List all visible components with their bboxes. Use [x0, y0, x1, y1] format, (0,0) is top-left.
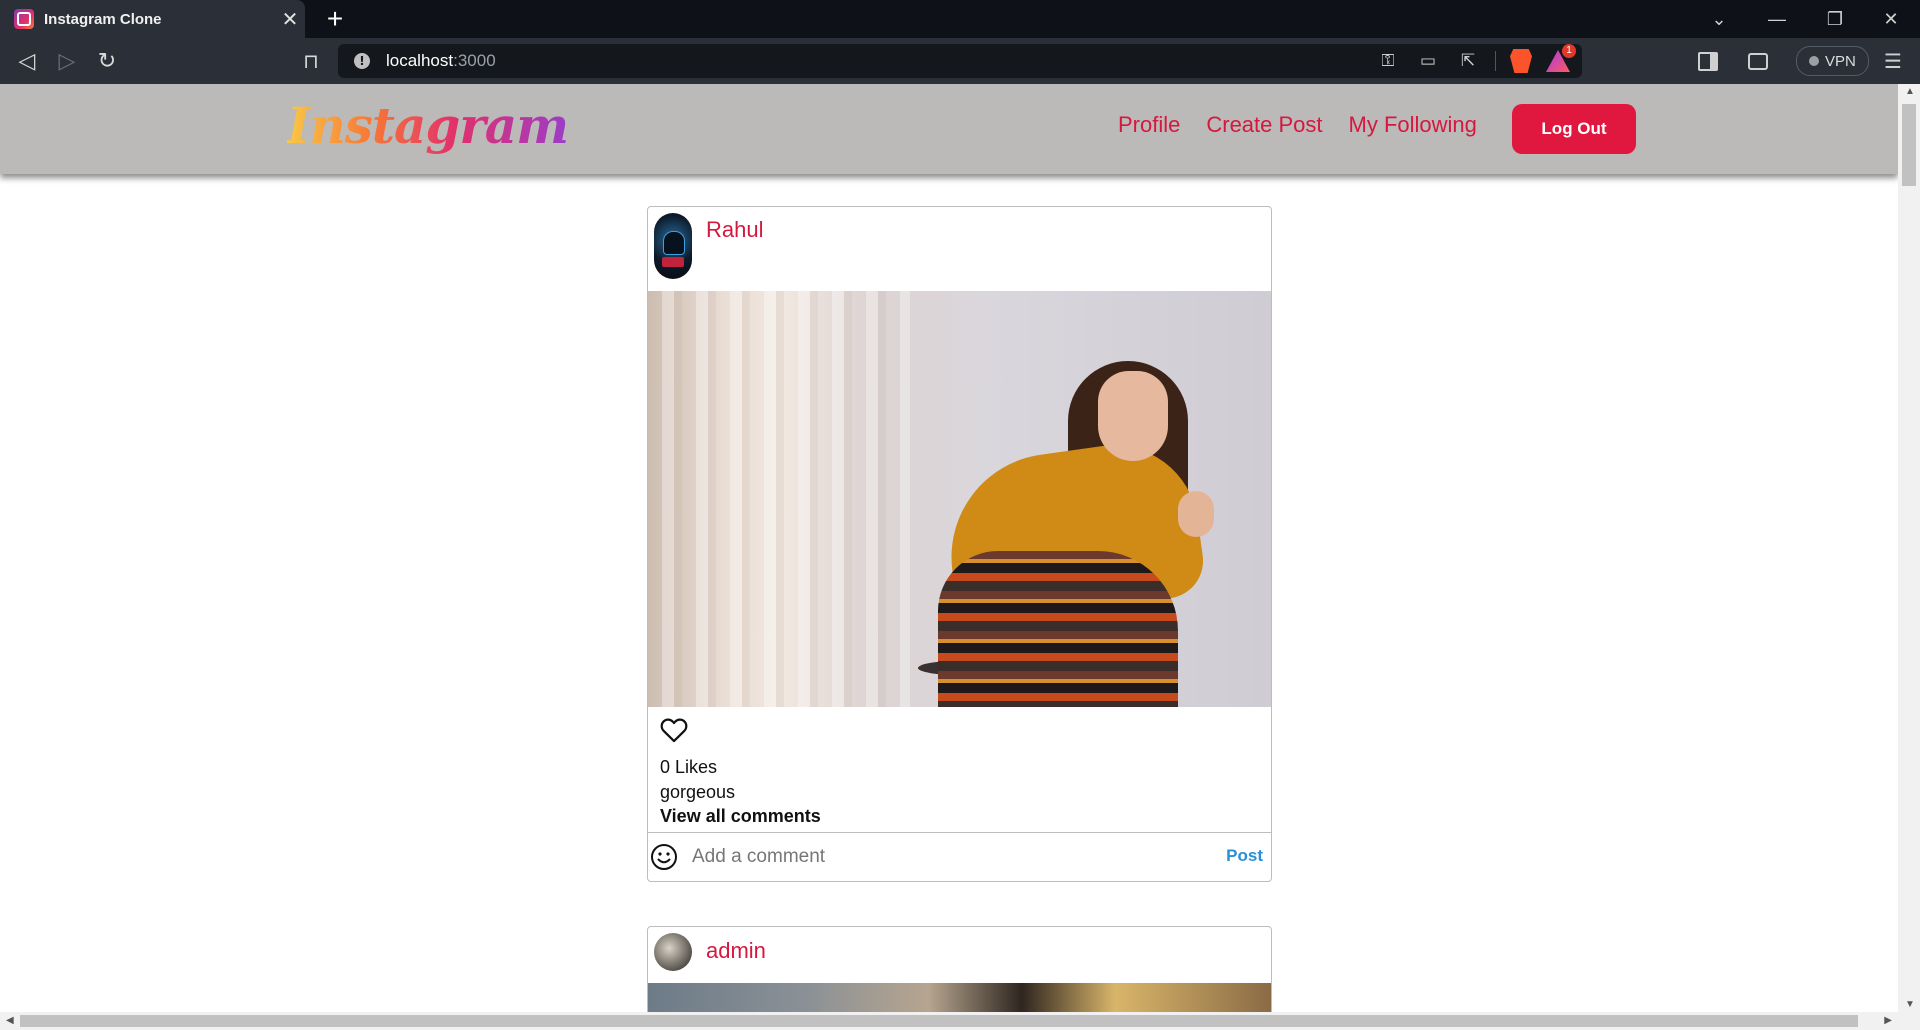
- close-window-icon[interactable]: ✕: [1862, 0, 1920, 38]
- share-icon[interactable]: ⇱: [1455, 51, 1481, 71]
- scroll-right-arrow-icon[interactable]: ▶: [1884, 1015, 1892, 1026]
- post-actions: 0 Likes gorgeous View all comments: [648, 707, 1271, 826]
- post-image: [648, 983, 1271, 1012]
- vpn-status-icon: [1809, 56, 1819, 66]
- vertical-scroll-thumb[interactable]: [1902, 104, 1916, 186]
- post-card: Rahul 0 Likes gorgeous View all comments…: [647, 206, 1272, 882]
- post-caption: gorgeous: [660, 782, 736, 802]
- site-info-icon[interactable]: !: [354, 53, 370, 69]
- horizontal-scrollbar[interactable]: ◀ ▶: [0, 1012, 1898, 1030]
- post-card: admin: [647, 926, 1272, 1012]
- app-navbar: Instagram Profile Create Post My Followi…: [0, 84, 1898, 174]
- browser-tab-bar: Instagram Clone ✕ + ⌄ — ❐ ✕: [0, 0, 1920, 38]
- browser-tab[interactable]: Instagram Clone ✕: [0, 0, 305, 38]
- browser-toolbar: ◁ ▷ ↻ ⊓ ! localhost:3000 ⚿ ▭ ⇱ 1 VPN ☰: [0, 38, 1920, 84]
- nav-create-post-link[interactable]: Create Post: [1206, 112, 1322, 138]
- scrollbar-corner: [1898, 1012, 1920, 1030]
- wallet-icon[interactable]: [1748, 38, 1768, 84]
- scroll-down-arrow-icon[interactable]: ▼: [1905, 999, 1915, 1010]
- emoji-smiley-icon[interactable]: [650, 843, 678, 876]
- url-port: :3000: [453, 51, 496, 70]
- post-image: [648, 291, 1271, 707]
- url-host: localhost: [386, 51, 454, 70]
- tab-title: Instagram Clone: [44, 10, 162, 28]
- vpn-label: VPN: [1825, 52, 1856, 70]
- horizontal-scroll-thumb[interactable]: [20, 1015, 1858, 1027]
- sidebar-toggle-icon[interactable]: [1698, 38, 1718, 84]
- avatar[interactable]: [654, 933, 692, 971]
- view-all-comments-link[interactable]: View all comments: [660, 806, 821, 827]
- post-header: Rahul: [648, 207, 1271, 291]
- menu-icon[interactable]: ☰: [1884, 38, 1902, 84]
- new-tab-button[interactable]: +: [318, 2, 352, 36]
- like-count: 0 Likes: [660, 757, 718, 777]
- instagram-logo[interactable]: Instagram: [287, 96, 569, 155]
- like-heart-icon[interactable]: [660, 717, 688, 748]
- scroll-up-arrow-icon[interactable]: ▲: [1905, 86, 1915, 97]
- avatar[interactable]: [654, 213, 692, 279]
- post-username[interactable]: admin: [706, 938, 766, 964]
- restore-icon[interactable]: ❐: [1806, 0, 1864, 38]
- post-username[interactable]: Rahul: [706, 217, 763, 243]
- tab-list-chevron-icon[interactable]: ⌄: [1690, 0, 1748, 38]
- back-icon[interactable]: ◁: [12, 46, 42, 76]
- forward-icon[interactable]: ▷: [52, 46, 82, 76]
- url-text[interactable]: localhost:3000: [386, 51, 496, 71]
- omnibox-divider: [1495, 51, 1496, 71]
- brave-shields-icon[interactable]: [1510, 49, 1532, 73]
- rewards-badge: 1: [1562, 44, 1576, 58]
- address-bar[interactable]: ! localhost:3000 ⚿ ▭ ⇱ 1: [338, 44, 1582, 78]
- key-icon[interactable]: ⚿: [1375, 51, 1401, 71]
- minimize-icon[interactable]: —: [1748, 0, 1806, 38]
- scroll-left-arrow-icon[interactable]: ◀: [6, 1015, 14, 1026]
- brave-rewards-icon[interactable]: 1: [1546, 44, 1576, 72]
- post-header: admin: [648, 927, 1271, 983]
- tab-favicon-icon: [14, 9, 34, 29]
- post-comment-button[interactable]: Post: [1226, 846, 1263, 866]
- vpn-button[interactable]: VPN: [1796, 38, 1869, 84]
- nav-profile-link[interactable]: Profile: [1118, 112, 1180, 138]
- tab-close-icon[interactable]: ✕: [275, 7, 305, 32]
- nav-my-following-link[interactable]: My Following: [1349, 112, 1477, 138]
- add-comment-row: Post: [648, 832, 1271, 881]
- bookmark-icon[interactable]: ⊓: [296, 46, 326, 76]
- cast-icon[interactable]: ▭: [1415, 51, 1441, 71]
- comment-input[interactable]: [690, 841, 1194, 873]
- vertical-scrollbar[interactable]: ▲ ▼: [1898, 84, 1920, 1012]
- reload-icon[interactable]: ↻: [92, 46, 122, 76]
- logout-button[interactable]: Log Out: [1512, 104, 1636, 154]
- page-viewport: Instagram Profile Create Post My Followi…: [0, 84, 1898, 1012]
